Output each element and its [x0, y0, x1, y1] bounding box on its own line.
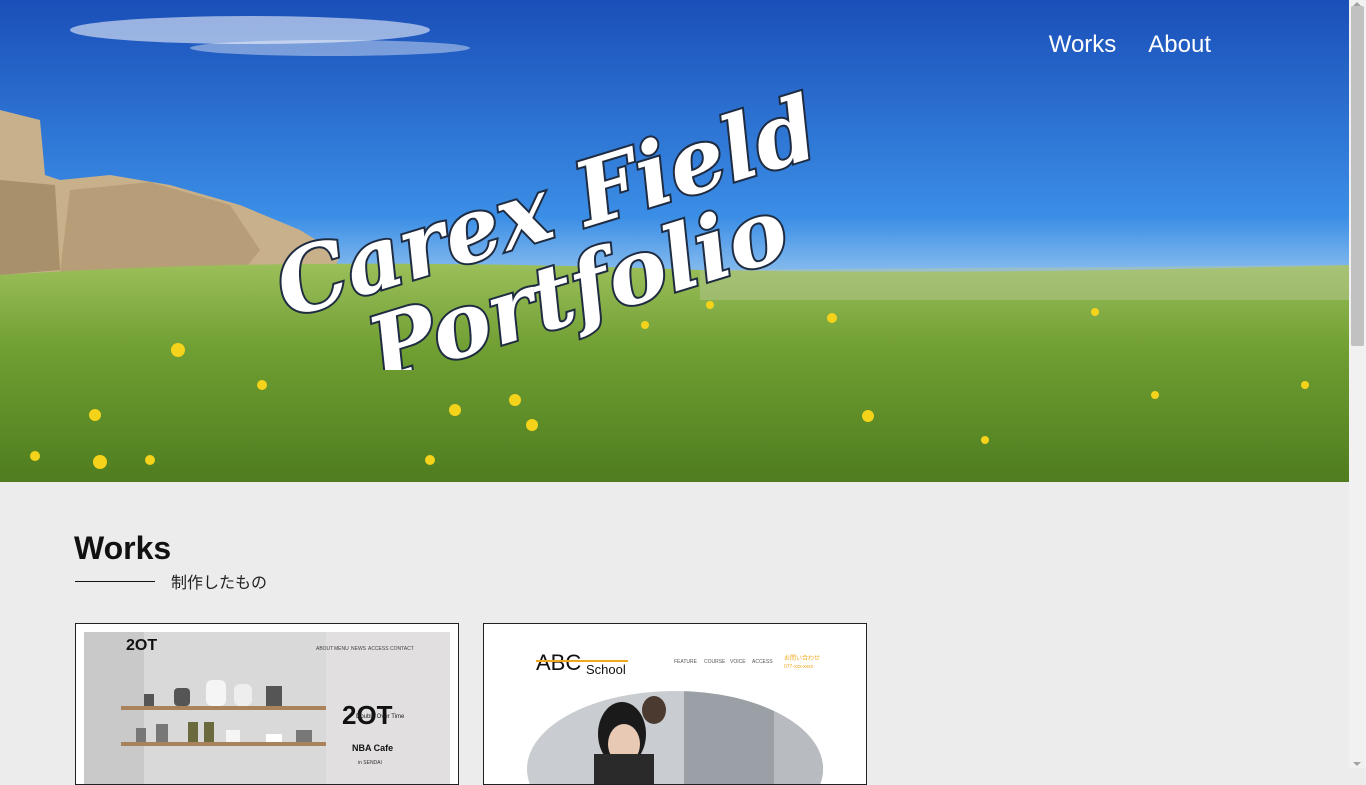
works-heading: Works	[74, 530, 172, 566]
abc-school-text: School	[586, 662, 626, 677]
work-thumbnail-nba-cafe: 2OT ABOUT MENU NEWS ACCESS CONTACT 2OT D…	[84, 632, 450, 784]
works-subheading: 制作したもの	[171, 573, 268, 592]
nav-about-link[interactable]: About	[1148, 31, 1211, 59]
works-section-header: Works	[74, 530, 171, 567]
work-card-nba-cafe[interactable]: 2OT ABOUT MENU NEWS ACCESS CONTACT 2OT D…	[75, 623, 459, 785]
nba-menu-news: NEWS	[351, 646, 367, 652]
abc-menu-access: ACCESS	[752, 659, 773, 665]
nba-menu-contact: CONTACT	[390, 646, 414, 652]
nba-logo-small: 2OT	[126, 637, 157, 654]
hero-banner: Carex Field Portfolio Works About	[0, 0, 1349, 482]
abc-contact-phone: 077-xxx-xxxx	[784, 664, 814, 670]
nba-menu-access: ACCESS	[368, 646, 389, 652]
nba-location: in SENDAI	[358, 760, 382, 766]
work-thumbnail-abc-school: ABC School FEATURE COURSE VOICE ACCESS お…	[484, 624, 866, 784]
abc-logo-text: ABC	[536, 650, 581, 675]
abc-contact-label: お問い合わせ	[784, 654, 820, 662]
abc-menu-voice: VOICE	[730, 659, 746, 665]
scroll-down-arrow-icon[interactable]	[1353, 762, 1361, 766]
divider-line	[75, 580, 155, 582]
nba-menu-menu: MENU	[334, 646, 349, 652]
abc-menu-course: COURSE	[704, 659, 726, 665]
nav-works-link[interactable]: Works	[1049, 31, 1117, 59]
vertical-scrollbar[interactable]	[1349, 0, 1366, 768]
nba-menu-about: ABOUT	[316, 646, 333, 652]
works-subheading-row: 制作したもの	[75, 569, 267, 593]
abc-menu-feature: FEATURE	[674, 659, 698, 665]
scrollbar-thumb[interactable]	[1351, 6, 1364, 346]
nba-cafe-name: NBA Cafe	[352, 743, 393, 753]
work-card-abc-school[interactable]: ABC School FEATURE COURSE VOICE ACCESS お…	[483, 623, 867, 785]
main-nav: Works About	[1049, 31, 1211, 59]
nba-tagline: Double Over Time	[356, 714, 405, 720]
site-title-logo[interactable]: Carex Field Portfolio	[240, 70, 840, 370]
